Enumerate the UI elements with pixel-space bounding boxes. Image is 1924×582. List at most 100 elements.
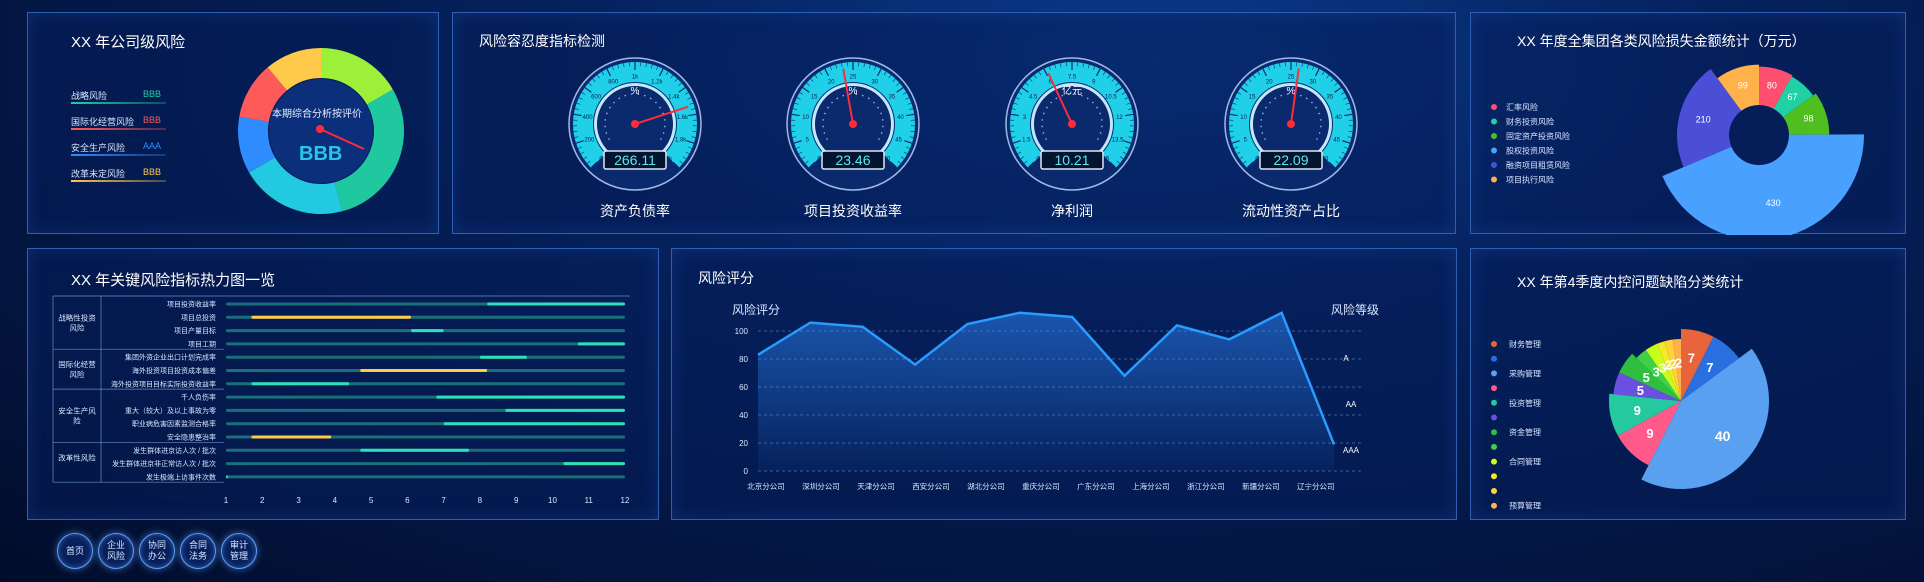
gauge-dot [1318, 112, 1320, 115]
gauge-value: 10.21 [1054, 152, 1089, 168]
defects-slice-label: 5 [1643, 370, 1650, 385]
heatmap-x-tick: 1 [224, 496, 229, 505]
heatmap-segment [487, 302, 625, 306]
score-area [758, 312, 1334, 471]
gauge-dot [1315, 106, 1317, 109]
heatmap-row-label: 千人负伤率 [181, 393, 216, 402]
score-y-tick: 40 [739, 411, 748, 420]
score-x-tick: 北京分公司 [747, 481, 785, 491]
gauge: 05101520253035404550%22.09流动性资产占比 [1224, 57, 1358, 219]
nav-button-label: 企业风险 [106, 540, 125, 561]
gauge-dot [1274, 97, 1277, 100]
gauge-dot [608, 138, 610, 140]
heatmap-x-tick: 8 [478, 496, 483, 505]
gauge-dot [826, 138, 828, 140]
gauge-dot [1100, 119, 1103, 121]
nav-button[interactable]: 合同法务 [180, 533, 216, 569]
gauge-dot [659, 106, 661, 109]
gauge-dot [1319, 119, 1322, 121]
heatmap-row-track [226, 475, 625, 479]
gauge-tick-label: 1.5 [1022, 137, 1031, 143]
heatmap-segment [436, 395, 625, 399]
heatmap-row-track [226, 342, 625, 346]
defects-panel: XX 年第4季度内控问题缺陷分类统计 财务管理 采购管理 投资管理 资金管理 合同管理预… [1470, 248, 1906, 520]
heatmap-x-tick: 4 [333, 496, 338, 505]
gauge-tick-label: 12 [1116, 115, 1123, 121]
heatmap-row-label: 海外投资项目投资成本偏差 [132, 366, 216, 375]
gauge-tick-label: 7.5 [1068, 75, 1077, 81]
heatmap-row-track [226, 355, 625, 359]
nav-button[interactable]: 企业风险 [98, 533, 134, 569]
gauge-dot [1299, 94, 1302, 97]
gauge-dot [873, 101, 875, 104]
gauge-dot [1261, 132, 1264, 134]
gauge-tick-label: 35 [1326, 94, 1333, 100]
gauge-tick-label: 1.6k [677, 115, 689, 121]
gauge-tick-label: 45 [895, 137, 902, 143]
gauge-dot [1086, 97, 1089, 100]
nav-button[interactable]: 首页 [57, 533, 93, 569]
gauge-dot [877, 106, 879, 109]
nav-button-label: 首页 [65, 545, 84, 556]
gauge-dot [660, 138, 662, 140]
score-grade-label: A [1343, 354, 1349, 363]
gauge-dot [836, 97, 839, 100]
score-grade-label: AA [1346, 400, 1357, 409]
score-y-tick: 20 [739, 439, 748, 448]
gauge-dot [649, 97, 652, 100]
gauge-tick-label: 10 [1240, 115, 1247, 121]
score-x-tick: 辽宁分公司 [1297, 481, 1335, 491]
defects-legend-item: 预算管理 [1509, 501, 1541, 511]
defects-slice-label: 9 [1646, 426, 1653, 441]
nav-button[interactable]: 协同办公 [139, 533, 175, 569]
score-x-tick: 新疆分公司 [1242, 481, 1280, 491]
gauge-dot [1099, 132, 1102, 134]
nav-button[interactable]: 审计管理 [221, 533, 257, 569]
gauge-label: 资产负债率 [600, 203, 670, 219]
heatmap-segment [577, 342, 625, 346]
heatmap-x-tick: 2 [260, 496, 265, 505]
heatmap-x-tick: 11 [585, 496, 594, 505]
gauge-dot [878, 138, 880, 140]
defects-legend-item: 采购管理 [1509, 368, 1541, 378]
heatmap-row-label: 集团外资企业出口计划完成率 [125, 353, 216, 362]
defects-legend-swatch [1491, 502, 1497, 509]
company-risk-panel: XX 年公司级风险 战略风险 BBB 国际化经营风险 BBB 安全生产风险 AAA 改革未定… [27, 12, 439, 234]
gauge-value: 22.09 [1273, 152, 1308, 168]
gauge-unit: 亿元 [1062, 84, 1082, 97]
heatmap-group-label: 险 [73, 416, 81, 426]
gauge-dot [1316, 138, 1318, 140]
defects-legend-swatch [1491, 458, 1497, 465]
gauge-tick-label: 40 [897, 115, 904, 121]
score-line-chart: 0 20 40 60 80 100 北京分公司 深圳分公司 天津分公司 西安分公司 湖北分公司 重庆分… [735, 311, 1362, 491]
heatmap-row-label: 发生群体进京非正常访人次 / 批次 [112, 459, 216, 468]
defects-legend-swatch [1491, 399, 1497, 406]
gauge-dot [1055, 97, 1058, 100]
gauge-dot [1318, 132, 1321, 134]
loss-slice-label: 67 [1787, 92, 1797, 102]
score-y-tick: 100 [735, 327, 749, 336]
heatmap-group-label: 改革性风险 [58, 452, 96, 462]
score-panel: 风险评分 风险评分 风险等级 0 20 40 60 80 100 北京分公司 深圳分公司 天津分… [671, 248, 1457, 520]
heatmap-row-label: 项目总投资 [181, 313, 216, 322]
score-x-tick: 湖北分公司 [967, 482, 1005, 491]
legend-swatch [1491, 176, 1497, 183]
legend-swatch [1491, 133, 1497, 139]
heatmap-group-label: 战略性投资 [58, 313, 96, 323]
gauge-value: 23.46 [835, 152, 870, 168]
gauge-dot [664, 125, 666, 128]
defects-legend-swatch [1491, 414, 1497, 421]
score-x-tick: 广东分公司 [1077, 481, 1115, 491]
gauge-dot [831, 101, 833, 104]
defects-legend-swatch [1491, 385, 1497, 392]
legend-swatch [1491, 162, 1497, 168]
gauge-tick-label: 1k [632, 75, 639, 81]
heatmap-panel: XX 年关键风险指标热力图一览 战略性投资 风险 项目投资收益率 项目总投资 项目产量目… [27, 248, 659, 520]
heatmap-segment [563, 462, 625, 466]
nav-button-label: 审计管理 [229, 540, 248, 561]
defects-legend-swatch [1491, 473, 1497, 480]
loss-slice-label: 210 [1696, 115, 1711, 125]
score-y-tick: 60 [739, 383, 748, 392]
gauge-dot [1101, 125, 1103, 128]
heatmap-row-label: 安全隐患整治率 [167, 433, 216, 442]
